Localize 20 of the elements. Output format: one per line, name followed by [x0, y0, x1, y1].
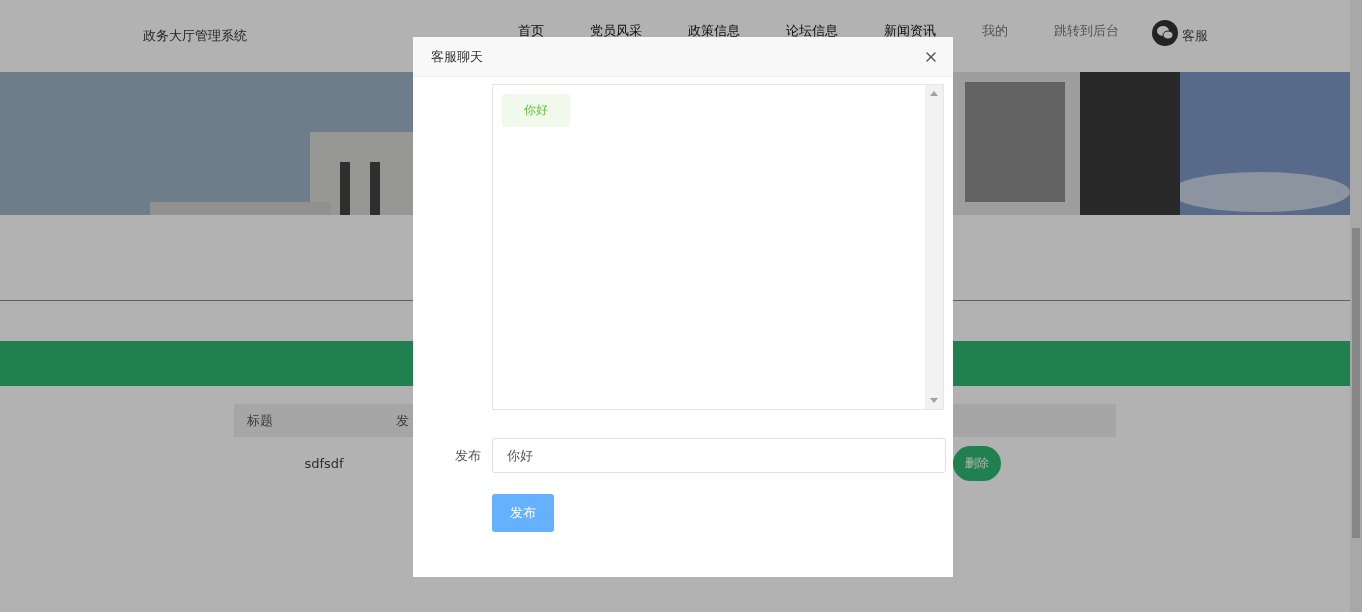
chat-scrollbar[interactable] [925, 85, 943, 409]
nav-link[interactable]: 首页 [495, 22, 567, 40]
nav-link[interactable]: 跳转到后台 [1031, 22, 1142, 40]
nav-link[interactable]: 政策信息 [665, 22, 763, 40]
column-header: 发 [395, 411, 410, 430]
scrollbar[interactable] [1350, 0, 1362, 612]
nav-link[interactable]: 党员风采 [567, 22, 665, 40]
dialog-title: 客服聊天 [431, 47, 483, 66]
field-label: 发布 [455, 446, 481, 465]
site-title: 政务大厅管理系统 [143, 27, 248, 45]
scroll-up-icon[interactable] [930, 91, 938, 96]
nav-link[interactable]: 论坛信息 [763, 22, 861, 40]
chat-bubbles-icon[interactable] [1152, 20, 1178, 46]
column-header: 标题 [246, 411, 274, 430]
service-link[interactable]: 客服 [1182, 27, 1208, 45]
table-cell-text: sdfsdf [303, 455, 345, 471]
nav-link[interactable]: 我的 [959, 22, 1031, 40]
chat-message: 你好 [502, 94, 570, 127]
nav-link[interactable]: 新闻资讯 [861, 22, 959, 40]
message-input[interactable]: 你好 [492, 438, 946, 473]
